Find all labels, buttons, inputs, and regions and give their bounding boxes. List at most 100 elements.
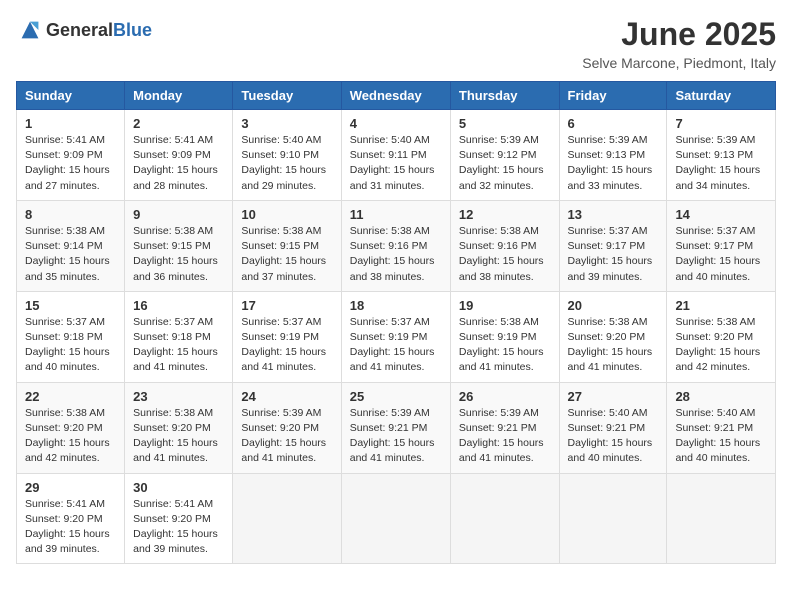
day-number: 30: [133, 480, 224, 495]
day-number: 2: [133, 116, 224, 131]
day-number: 11: [350, 207, 442, 222]
calendar-header-row: SundayMondayTuesdayWednesdayThursdayFrid…: [17, 82, 776, 110]
page-header: GeneralBlue June 2025 Selve Marcone, Pie…: [16, 16, 776, 71]
day-number: 18: [350, 298, 442, 313]
day-number: 13: [568, 207, 659, 222]
calendar-cell: 24 Sunrise: 5:39 AM Sunset: 9:20 PM Dayli…: [233, 382, 341, 473]
day-info: Sunrise: 5:38 AM Sunset: 9:16 PM Dayligh…: [459, 224, 551, 285]
day-info: Sunrise: 5:37 AM Sunset: 9:18 PM Dayligh…: [133, 315, 224, 376]
calendar-cell: [559, 473, 667, 564]
day-info: Sunrise: 5:37 AM Sunset: 9:19 PM Dayligh…: [350, 315, 442, 376]
day-info: Sunrise: 5:39 AM Sunset: 9:13 PM Dayligh…: [675, 133, 767, 194]
logo-icon: [16, 16, 44, 44]
calendar-cell: 6Sunrise: 5:39 AM Sunset: 9:13 PM Daylig…: [559, 110, 667, 201]
calendar-cell: 9 Sunrise: 5:38 AM Sunset: 9:15 PM Daylig…: [125, 200, 233, 291]
calendar-cell: 26 Sunrise: 5:39 AM Sunset: 9:21 PM Dayli…: [450, 382, 559, 473]
column-header-tuesday: Tuesday: [233, 82, 341, 110]
calendar-cell: 13 Sunrise: 5:37 AM Sunset: 9:17 PM Dayli…: [559, 200, 667, 291]
column-header-wednesday: Wednesday: [341, 82, 450, 110]
day-number: 12: [459, 207, 551, 222]
calendar-week-row: 8 Sunrise: 5:38 AM Sunset: 9:14 PM Daylig…: [17, 200, 776, 291]
day-info: Sunrise: 5:39 AM Sunset: 9:21 PM Dayligh…: [459, 406, 551, 467]
calendar-week-row: 15 Sunrise: 5:37 AM Sunset: 9:18 PM Dayli…: [17, 291, 776, 382]
day-number: 25: [350, 389, 442, 404]
day-number: 4: [350, 116, 442, 131]
day-info: Sunrise: 5:37 AM Sunset: 9:19 PM Dayligh…: [241, 315, 332, 376]
day-number: 28: [675, 389, 767, 404]
calendar-cell: 30 Sunrise: 5:41 AM Sunset: 9:20 PM Dayli…: [125, 473, 233, 564]
day-number: 1: [25, 116, 116, 131]
calendar-cell: 23Sunrise: 5:38 AM Sunset: 9:20 PM Dayli…: [125, 382, 233, 473]
day-info: Sunrise: 5:38 AM Sunset: 9:20 PM Dayligh…: [675, 315, 767, 376]
day-number: 27: [568, 389, 659, 404]
column-header-sunday: Sunday: [17, 82, 125, 110]
column-header-saturday: Saturday: [667, 82, 776, 110]
title-area: June 2025 Selve Marcone, Piedmont, Italy: [582, 16, 776, 71]
day-info: Sunrise: 5:41 AM Sunset: 9:20 PM Dayligh…: [133, 497, 224, 558]
day-info: Sunrise: 5:41 AM Sunset: 9:20 PM Dayligh…: [25, 497, 116, 558]
day-info: Sunrise: 5:41 AM Sunset: 9:09 PM Dayligh…: [25, 133, 116, 194]
day-info: Sunrise: 5:38 AM Sunset: 9:15 PM Dayligh…: [133, 224, 224, 285]
calendar-cell: 4 Sunrise: 5:40 AM Sunset: 9:11 PM Daylig…: [341, 110, 450, 201]
column-header-monday: Monday: [125, 82, 233, 110]
calendar-cell: 20Sunrise: 5:38 AM Sunset: 9:20 PM Dayli…: [559, 291, 667, 382]
day-info: Sunrise: 5:40 AM Sunset: 9:21 PM Dayligh…: [675, 406, 767, 467]
calendar-cell: 10 Sunrise: 5:38 AM Sunset: 9:15 PM Dayli…: [233, 200, 341, 291]
calendar-cell: 1 Sunrise: 5:41 AM Sunset: 9:09 PM Daylig…: [17, 110, 125, 201]
logo-general-text: General: [46, 20, 113, 40]
day-number: 8: [25, 207, 116, 222]
day-number: 23: [133, 389, 224, 404]
day-info: Sunrise: 5:38 AM Sunset: 9:14 PM Dayligh…: [25, 224, 116, 285]
location-title: Selve Marcone, Piedmont, Italy: [582, 55, 776, 71]
day-info: Sunrise: 5:40 AM Sunset: 9:10 PM Dayligh…: [241, 133, 332, 194]
calendar-cell: 3 Sunrise: 5:40 AM Sunset: 9:10 PM Daylig…: [233, 110, 341, 201]
day-info: Sunrise: 5:39 AM Sunset: 9:12 PM Dayligh…: [459, 133, 551, 194]
column-header-thursday: Thursday: [450, 82, 559, 110]
calendar-cell: 25Sunrise: 5:39 AM Sunset: 9:21 PM Dayli…: [341, 382, 450, 473]
day-info: Sunrise: 5:38 AM Sunset: 9:19 PM Dayligh…: [459, 315, 551, 376]
day-info: Sunrise: 5:38 AM Sunset: 9:20 PM Dayligh…: [568, 315, 659, 376]
calendar-cell: [341, 473, 450, 564]
calendar-cell: 5 Sunrise: 5:39 AM Sunset: 9:12 PM Daylig…: [450, 110, 559, 201]
calendar-cell: 17 Sunrise: 5:37 AM Sunset: 9:19 PM Dayli…: [233, 291, 341, 382]
calendar-cell: 16 Sunrise: 5:37 AM Sunset: 9:18 PM Dayli…: [125, 291, 233, 382]
day-number: 5: [459, 116, 551, 131]
calendar-cell: 15Sunrise: 5:37 AM Sunset: 9:18 PM Dayli…: [17, 291, 125, 382]
day-number: 10: [241, 207, 332, 222]
day-info: Sunrise: 5:38 AM Sunset: 9:20 PM Dayligh…: [25, 406, 116, 467]
day-number: 24: [241, 389, 332, 404]
day-number: 16: [133, 298, 224, 313]
day-info: Sunrise: 5:41 AM Sunset: 9:09 PM Dayligh…: [133, 133, 224, 194]
month-title: June 2025: [582, 16, 776, 53]
day-info: Sunrise: 5:40 AM Sunset: 9:21 PM Dayligh…: [568, 406, 659, 467]
day-number: 14: [675, 207, 767, 222]
day-number: 7: [675, 116, 767, 131]
calendar-week-row: 22 Sunrise: 5:38 AM Sunset: 9:20 PM Dayli…: [17, 382, 776, 473]
day-number: 15: [25, 298, 116, 313]
day-info: Sunrise: 5:38 AM Sunset: 9:15 PM Dayligh…: [241, 224, 332, 285]
day-number: 22: [25, 389, 116, 404]
day-info: Sunrise: 5:37 AM Sunset: 9:17 PM Dayligh…: [675, 224, 767, 285]
calendar-cell: 14 Sunrise: 5:37 AM Sunset: 9:17 PM Dayli…: [667, 200, 776, 291]
day-number: 19: [459, 298, 551, 313]
day-info: Sunrise: 5:38 AM Sunset: 9:16 PM Dayligh…: [350, 224, 442, 285]
calendar-cell: [450, 473, 559, 564]
calendar-cell: 2 Sunrise: 5:41 AM Sunset: 9:09 PM Daylig…: [125, 110, 233, 201]
day-info: Sunrise: 5:39 AM Sunset: 9:13 PM Dayligh…: [568, 133, 659, 194]
day-number: 26: [459, 389, 551, 404]
calendar-week-row: 1 Sunrise: 5:41 AM Sunset: 9:09 PM Daylig…: [17, 110, 776, 201]
day-number: 9: [133, 207, 224, 222]
calendar-cell: 27 Sunrise: 5:40 AM Sunset: 9:21 PM Dayli…: [559, 382, 667, 473]
day-number: 21: [675, 298, 767, 313]
day-info: Sunrise: 5:39 AM Sunset: 9:20 PM Dayligh…: [241, 406, 332, 467]
logo-blue-text: Blue: [113, 20, 152, 40]
calendar-cell: 28 Sunrise: 5:40 AM Sunset: 9:21 PM Dayli…: [667, 382, 776, 473]
calendar-cell: 7 Sunrise: 5:39 AM Sunset: 9:13 PM Daylig…: [667, 110, 776, 201]
calendar-week-row: 29 Sunrise: 5:41 AM Sunset: 9:20 PM Dayli…: [17, 473, 776, 564]
day-info: Sunrise: 5:37 AM Sunset: 9:17 PM Dayligh…: [568, 224, 659, 285]
day-number: 3: [241, 116, 332, 131]
day-number: 29: [25, 480, 116, 495]
day-number: 17: [241, 298, 332, 313]
day-info: Sunrise: 5:40 AM Sunset: 9:11 PM Dayligh…: [350, 133, 442, 194]
calendar-cell: [233, 473, 341, 564]
